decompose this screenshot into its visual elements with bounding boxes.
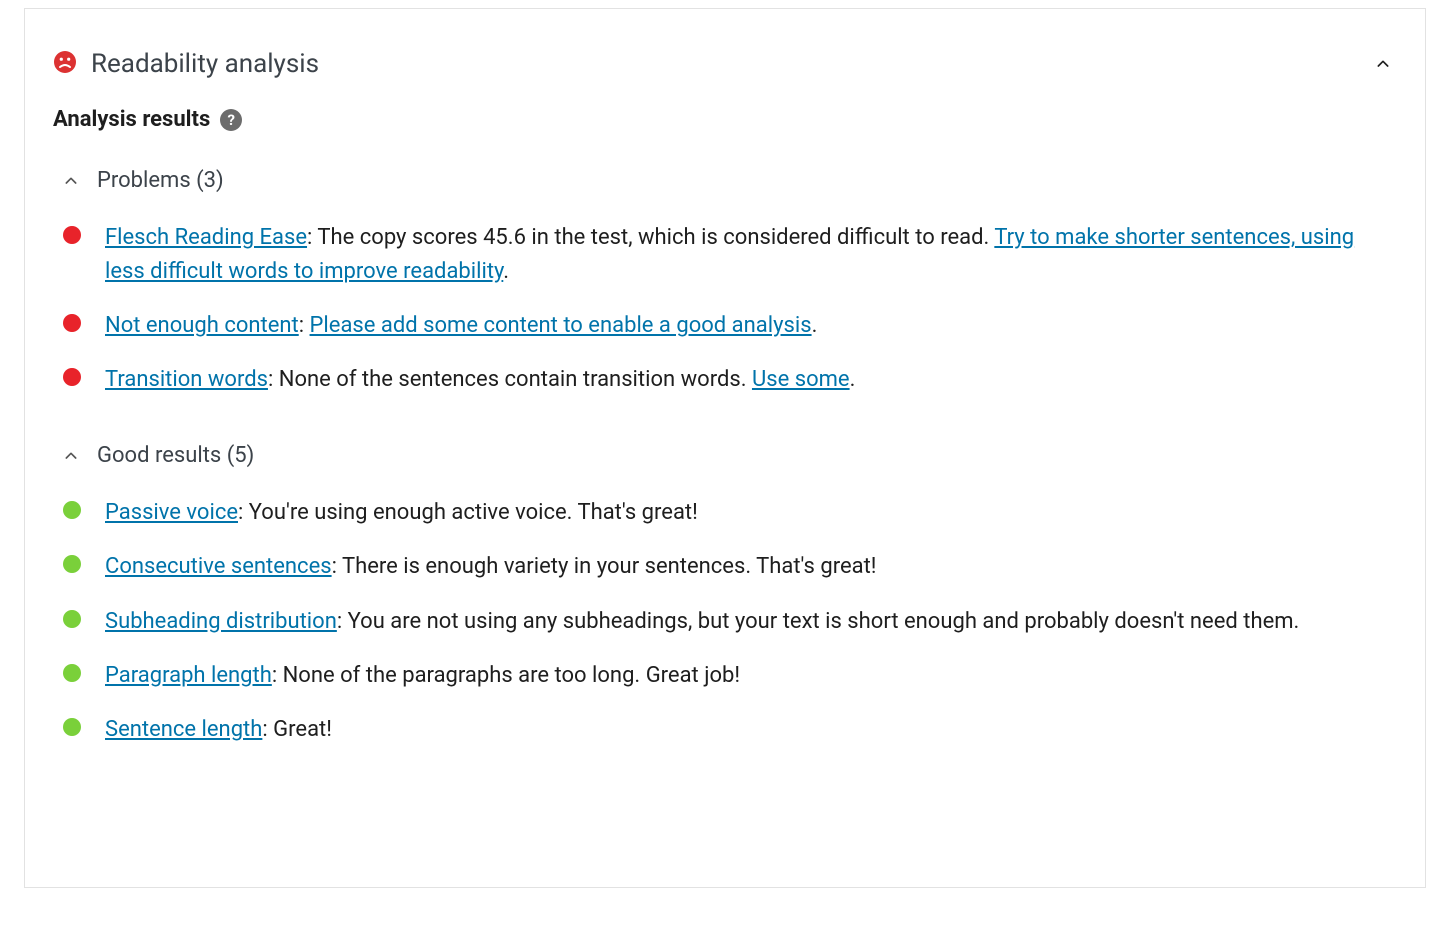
status-dot-red-icon	[63, 368, 81, 386]
help-icon[interactable]: ?	[220, 109, 242, 131]
passive-voice-link[interactable]: Passive voice	[105, 500, 238, 525]
good-item: Passive voice: You're using enough activ…	[57, 486, 1397, 540]
status-dot-green-icon	[63, 610, 81, 628]
good-results-section-toggle[interactable]: Good results (5)	[53, 435, 1397, 486]
add-content-link[interactable]: Please add some content to enable a good…	[310, 313, 812, 338]
transition-words-link[interactable]: Transition words	[105, 367, 268, 392]
status-dot-green-icon	[63, 664, 81, 682]
good-item: Consecutive sentences: There is enough v…	[57, 540, 1397, 594]
panel-header-left: Readability analysis	[53, 49, 319, 79]
analysis-results-title: Analysis results	[53, 107, 210, 132]
good-text: Consecutive sentences: There is enough v…	[105, 550, 876, 584]
chevron-up-icon	[63, 173, 79, 189]
panel-title: Readability analysis	[91, 49, 319, 79]
problem-text: Flesch Reading Ease: The copy scores 45.…	[105, 221, 1397, 289]
use-some-link[interactable]: Use some	[752, 367, 850, 392]
good-text: Paragraph length: None of the paragraphs…	[105, 659, 740, 693]
problem-item: Transition words: None of the sentences …	[57, 353, 1397, 407]
flesch-reading-ease-link[interactable]: Flesch Reading Ease	[105, 225, 307, 250]
good-results-section-label: Good results (5)	[97, 443, 254, 468]
readability-panel: Readability analysis Analysis results ? …	[24, 8, 1426, 888]
good-item: Paragraph length: None of the paragraphs…	[57, 649, 1397, 703]
analysis-results-heading: Analysis results ?	[53, 107, 1397, 160]
subheading-distribution-link[interactable]: Subheading distribution	[105, 609, 337, 634]
good-item: Sentence length: Great!	[57, 703, 1397, 757]
sentence-length-link[interactable]: Sentence length	[105, 717, 262, 742]
good-text: Subheading distribution: You are not usi…	[105, 605, 1299, 639]
problem-text: Transition words: None of the sentences …	[105, 363, 855, 397]
collapse-panel-button[interactable]	[1369, 56, 1397, 72]
chevron-up-icon	[63, 448, 79, 464]
problems-section-label: Problems (3)	[97, 168, 224, 193]
problems-list: Flesch Reading Ease: The copy scores 45.…	[53, 211, 1397, 435]
good-text: Sentence length: Great!	[105, 713, 332, 747]
not-enough-content-link[interactable]: Not enough content	[105, 313, 299, 338]
paragraph-length-link[interactable]: Paragraph length	[105, 663, 272, 688]
status-dot-green-icon	[63, 718, 81, 736]
status-dot-red-icon	[63, 226, 81, 244]
chevron-up-icon	[1375, 56, 1391, 72]
panel-header[interactable]: Readability analysis	[53, 29, 1397, 107]
status-dot-green-icon	[63, 501, 81, 519]
problem-item: Flesch Reading Ease: The copy scores 45.…	[57, 211, 1397, 299]
status-dot-red-icon	[63, 314, 81, 332]
problem-text: Not enough content: Please add some cont…	[105, 309, 817, 343]
problem-item: Not enough content: Please add some cont…	[57, 299, 1397, 353]
good-results-list: Passive voice: You're using enough activ…	[53, 486, 1397, 784]
problems-section-toggle[interactable]: Problems (3)	[53, 160, 1397, 211]
consecutive-sentences-link[interactable]: Consecutive sentences	[105, 554, 332, 579]
good-item: Subheading distribution: You are not usi…	[57, 595, 1397, 649]
good-text: Passive voice: You're using enough activ…	[105, 496, 698, 530]
sad-face-icon	[53, 50, 77, 78]
status-dot-green-icon	[63, 555, 81, 573]
